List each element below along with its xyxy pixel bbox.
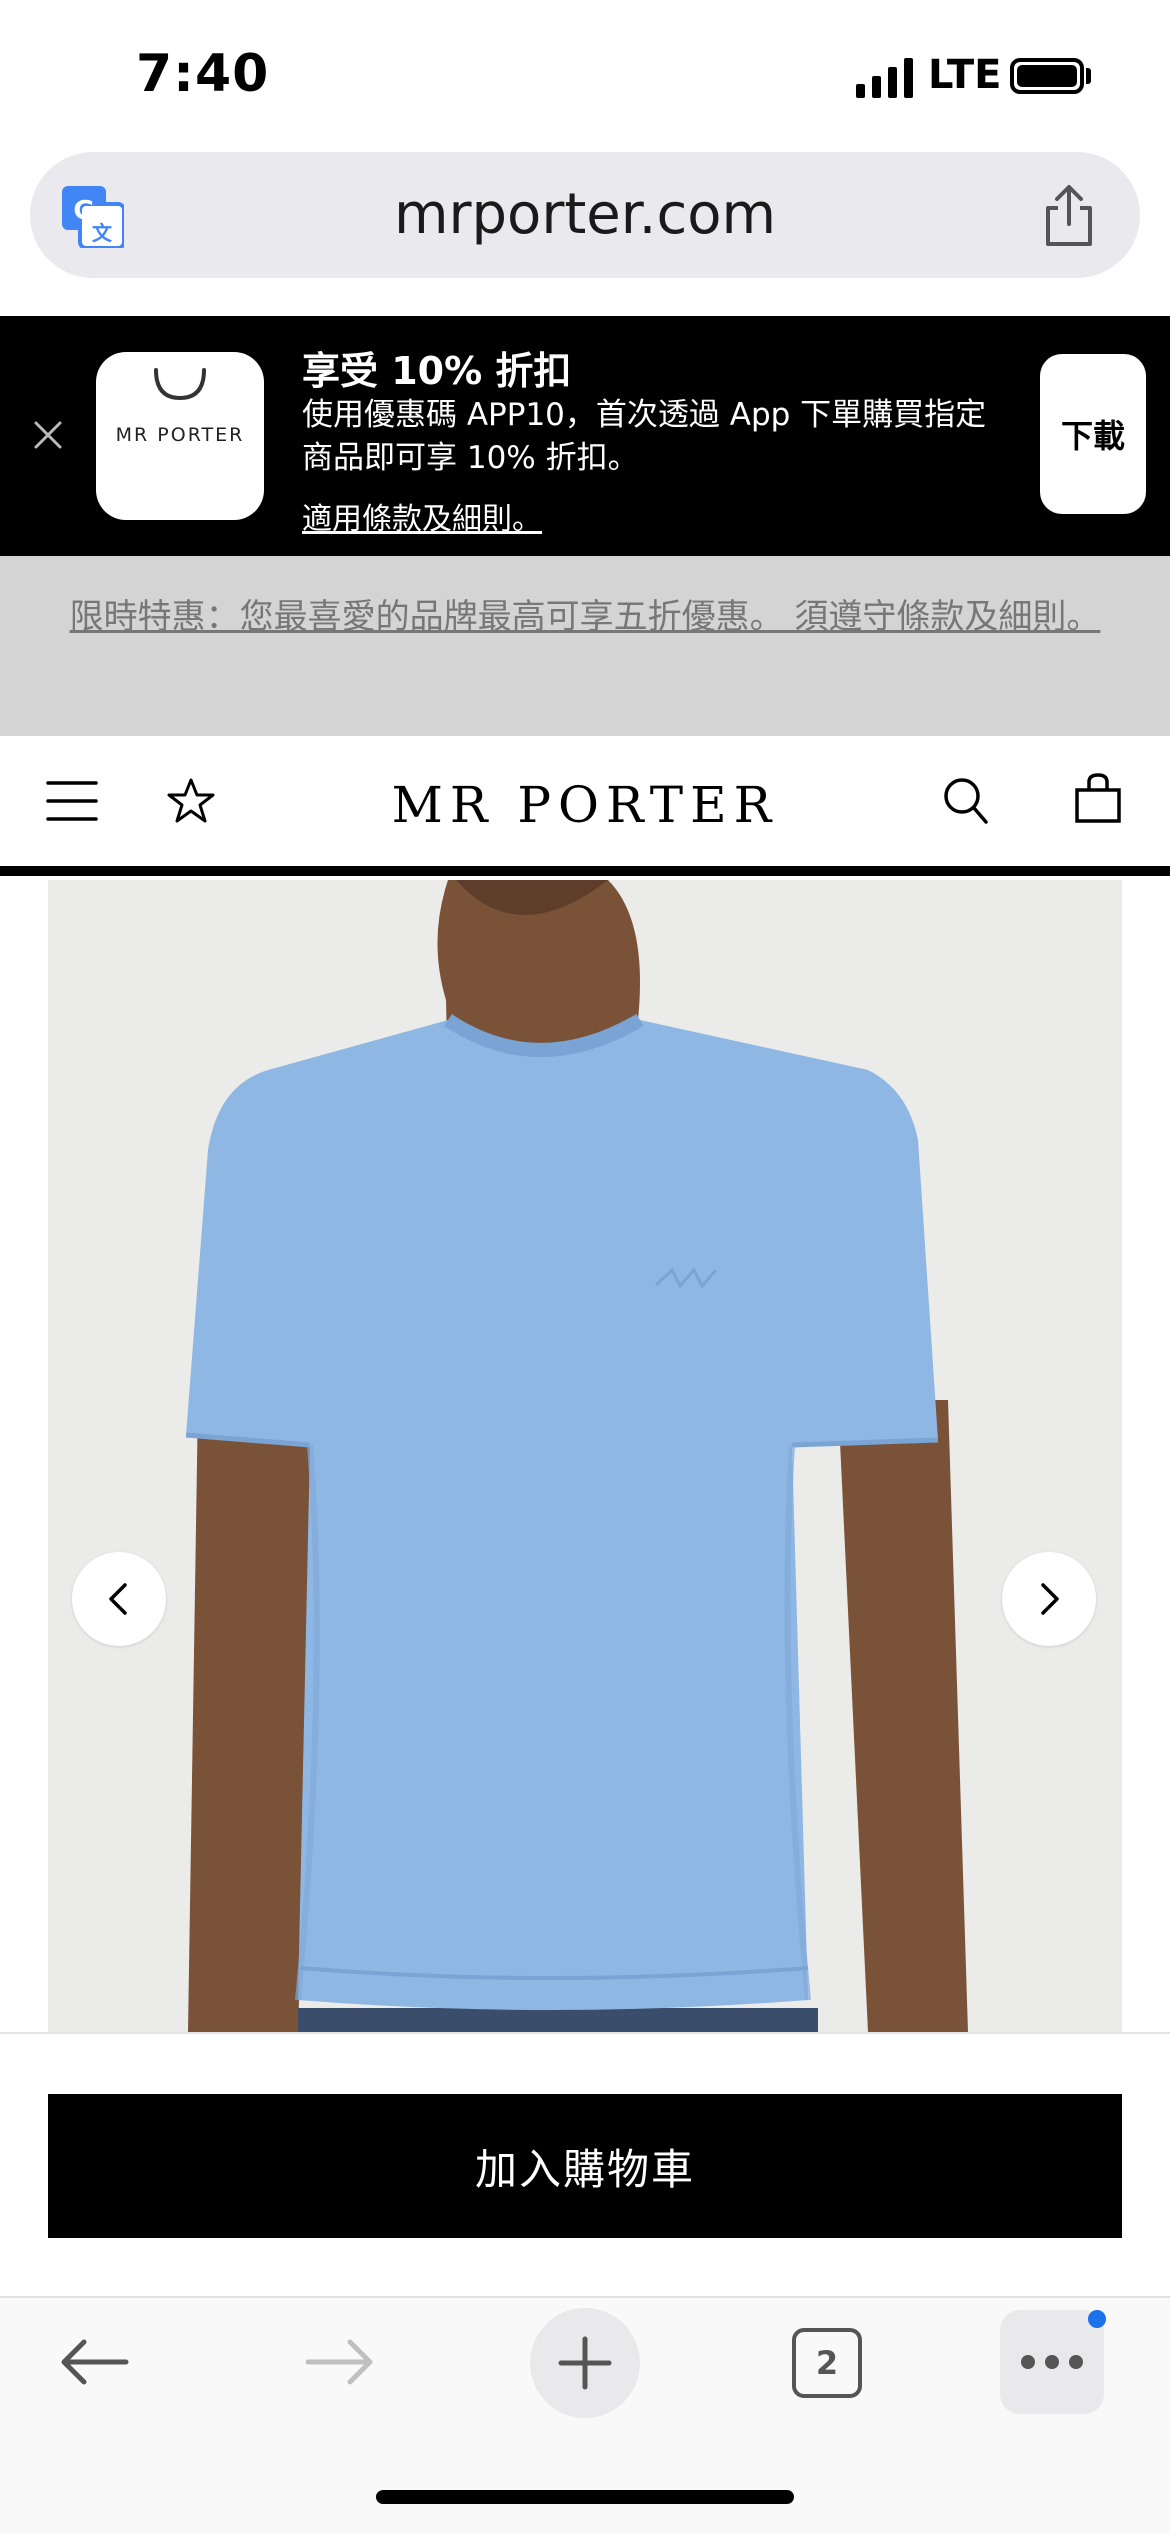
site-logo[interactable]: MR PORTER bbox=[0, 776, 1170, 834]
previous-image-button[interactable] bbox=[72, 1552, 166, 1646]
tab-switcher-button[interactable]: 2 bbox=[792, 2328, 862, 2398]
status-time: 7:40 bbox=[136, 44, 270, 104]
battery-icon bbox=[1010, 58, 1084, 94]
close-icon[interactable] bbox=[28, 415, 68, 455]
new-tab-button[interactable] bbox=[530, 2308, 640, 2418]
url-text[interactable]: mrporter.com bbox=[0, 182, 1170, 247]
chevron-left-icon bbox=[109, 1583, 127, 1615]
next-image-button[interactable] bbox=[1002, 1552, 1096, 1646]
chevron-right-icon bbox=[1041, 1583, 1059, 1615]
terms-link[interactable]: 適用條款及細則。 bbox=[302, 494, 542, 538]
forward-arrow-icon[interactable] bbox=[302, 2336, 378, 2388]
network-label: LTE bbox=[928, 52, 1002, 98]
back-arrow-icon[interactable] bbox=[56, 2336, 132, 2388]
shopping-bag-icon[interactable] bbox=[1074, 772, 1122, 824]
plus-icon bbox=[558, 2336, 612, 2390]
promo-strip bbox=[0, 556, 1170, 736]
banner-body: 使用優惠碼 APP10，首次透過 App 下單購買指定商品即可享 10% 折扣。 bbox=[302, 397, 987, 476]
search-icon[interactable] bbox=[940, 774, 990, 828]
header-divider bbox=[0, 866, 1170, 876]
app-icon-name: MR PORTER bbox=[115, 424, 245, 446]
product-gallery[interactable] bbox=[48, 880, 1122, 2032]
bag-handle-icon bbox=[154, 368, 206, 401]
more-dots-icon bbox=[1021, 2355, 1083, 2369]
signal-icon bbox=[856, 58, 913, 98]
banner-title: 享受 10% 折扣 bbox=[302, 349, 572, 393]
share-icon[interactable] bbox=[1040, 184, 1098, 248]
notification-dot bbox=[1088, 2310, 1106, 2328]
download-button[interactable]: 下載 bbox=[1040, 354, 1146, 514]
home-indicator bbox=[376, 2490, 794, 2504]
promo-link[interactable]: 限時特惠：您最喜愛的品牌最高可享五折優惠。 須遵守條款及細則。 bbox=[60, 590, 1110, 644]
more-options-button[interactable] bbox=[1000, 2310, 1104, 2414]
add-to-cart-button[interactable]: 加入購物車 bbox=[48, 2094, 1122, 2238]
product-image bbox=[48, 880, 1122, 2032]
